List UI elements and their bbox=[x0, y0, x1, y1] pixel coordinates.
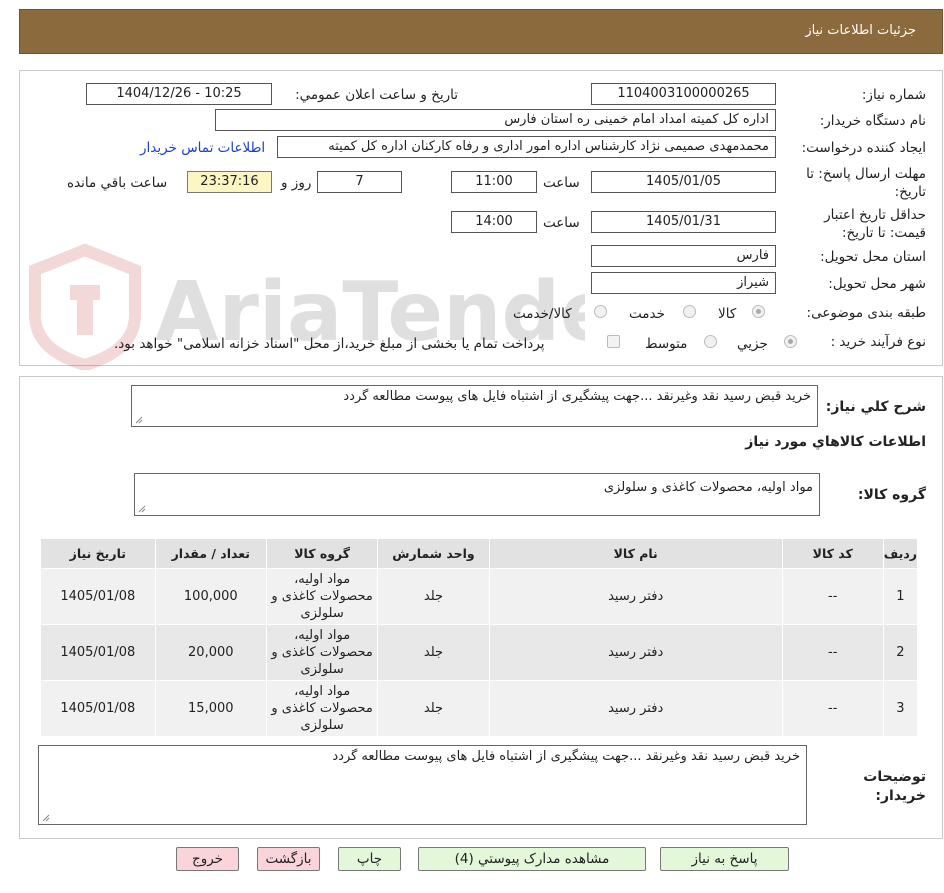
category-radio-goods-service[interactable] bbox=[594, 305, 607, 318]
cell-qty: 15,000 bbox=[154, 680, 267, 737]
resize-grip-icon[interactable] bbox=[138, 505, 146, 513]
cell-qty: 20,000 bbox=[154, 624, 267, 681]
category-radio-service[interactable] bbox=[683, 305, 696, 318]
buyer-org-label: نام دستگاه خریدار: bbox=[819, 113, 926, 129]
deadline-time-field: 11:00 bbox=[451, 171, 537, 193]
col-date: تاریخ نیاز bbox=[40, 538, 156, 569]
remaining-label: ساعت باقي مانده bbox=[67, 175, 168, 191]
cell-code: -- bbox=[781, 568, 884, 625]
table-row: 2 -- دفتر رسید جلد مواد اولیه، محصولات ک… bbox=[40, 624, 919, 681]
price-validity-time-field: 14:00 bbox=[451, 211, 537, 233]
city-label: شهر محل تحویل: bbox=[828, 276, 926, 292]
cell-group: مواد اولیه، محصولات کاغذی و سلولزی bbox=[265, 680, 379, 737]
goods-table: ردیف کد کالا نام کالا واحد شمارش گروه کا… bbox=[40, 538, 919, 737]
need-number-label: شماره نیاز: bbox=[861, 87, 926, 103]
deadline-date-field: 1405/01/05 bbox=[591, 171, 776, 193]
price-validity-label: حداقل تاریخ اعتبار قیمت: تا تاریخ: bbox=[824, 207, 926, 241]
reply-button[interactable]: پاسخ به نیاز bbox=[660, 847, 789, 871]
price-validity-date-field: 1405/01/31 bbox=[591, 211, 776, 233]
buyer-notes-text: خرید قبض رسید نقد وغیرنقد ...جهت پیشگیری… bbox=[332, 749, 800, 764]
exit-button[interactable]: خروج bbox=[176, 847, 239, 871]
page-title: جزئیات اطلاعات نیاز bbox=[805, 23, 916, 38]
category-option-goods: کالا bbox=[718, 306, 737, 322]
announce-field: 1404/12/26 - 10:25 bbox=[86, 83, 272, 105]
cell-name: دفتر رسید bbox=[488, 568, 783, 625]
cell-unit: جلد bbox=[377, 568, 490, 625]
goods-group-text: مواد اولیه، محصولات کاغذی و سلولزی bbox=[603, 480, 813, 495]
col-unit: واحد شمارش bbox=[377, 538, 490, 569]
days-field: 7 bbox=[317, 171, 402, 193]
process-label: نوع فرآیند خرید : bbox=[830, 334, 926, 350]
process-radio-minor[interactable] bbox=[784, 335, 797, 348]
category-radio-goods[interactable] bbox=[752, 305, 765, 318]
buyer-notes-label: توضیحات خریدار: bbox=[863, 769, 926, 804]
summary-textarea: خرید قبض رسید نقد وغیرنقد ...جهت پیشگیری… bbox=[131, 385, 818, 427]
remaining-time-field: 23:37:16 bbox=[187, 171, 272, 193]
summary-label: شرح کلي نیاز: bbox=[825, 399, 926, 415]
category-option-service: خدمت bbox=[629, 306, 665, 322]
goods-group-textarea: مواد اولیه، محصولات کاغذی و سلولزی bbox=[134, 473, 820, 516]
process-option-minor: جزیي bbox=[737, 336, 768, 352]
buyer-notes-textarea: خرید قبض رسید نقد وغیرنقد ...جهت پیشگیری… bbox=[38, 745, 807, 825]
cell-unit: جلد bbox=[377, 680, 490, 737]
need-number-field: 1104003100000265 bbox=[591, 83, 776, 105]
resize-grip-icon[interactable] bbox=[135, 416, 143, 424]
table-row: 1 -- دفتر رسید جلد مواد اولیه، محصولات ک… bbox=[40, 568, 919, 625]
table-row: 3 -- دفتر رسید جلد مواد اولیه، محصولات ک… bbox=[40, 680, 919, 737]
cell-row: 1 bbox=[882, 568, 919, 625]
cell-date: 1405/01/08 bbox=[40, 624, 156, 681]
col-group: گروه کالا bbox=[265, 538, 379, 569]
cell-row: 2 bbox=[882, 624, 919, 681]
requester-label: ایجاد کننده درخواست: bbox=[801, 140, 926, 156]
city-field: شیراز bbox=[591, 272, 776, 294]
province-field: فارس bbox=[591, 245, 776, 267]
deadline-label: مهلت ارسال پاسخ: تا تاریخ: bbox=[806, 166, 926, 200]
cell-name: دفتر رسید bbox=[488, 680, 783, 737]
buyer-contact-link[interactable]: اطلاعات تماس خریدار bbox=[140, 140, 265, 156]
goods-group-label: گروه کالا: bbox=[857, 487, 926, 503]
goods-info-title: اطلاعات کالاهاي مورد نیاز bbox=[745, 434, 926, 450]
announce-label: تاریخ و ساعت اعلان عمومي: bbox=[295, 87, 458, 103]
category-option-goods-service: کالا/خدمت bbox=[513, 306, 572, 322]
requester-field: محمدمهدی صمیمی نژاد کارشناس اداره امور ا… bbox=[277, 136, 776, 158]
cell-code: -- bbox=[781, 624, 884, 681]
attachments-button[interactable]: مشاهده مدارک پیوستي (4) bbox=[418, 847, 646, 871]
summary-text: خرید قبض رسید نقد وغیرنقد ...جهت پیشگیری… bbox=[343, 389, 811, 404]
category-label: طبقه بندی موضوعی: bbox=[806, 305, 926, 321]
province-label: استان محل تحویل: bbox=[820, 249, 926, 265]
col-name: نام کالا bbox=[488, 538, 783, 569]
cell-group: مواد اولیه، محصولات کاغذی و سلولزی bbox=[265, 568, 379, 625]
cell-name: دفتر رسید bbox=[488, 624, 783, 681]
cell-row: 3 bbox=[882, 680, 919, 737]
cell-group: مواد اولیه، محصولات کاغذی و سلولزی bbox=[265, 624, 379, 681]
deadline-time-label: ساعت bbox=[543, 175, 580, 191]
payment-checkbox[interactable] bbox=[607, 335, 620, 348]
table-header-row: ردیف کد کالا نام کالا واحد شمارش گروه کا… bbox=[40, 538, 919, 569]
cell-qty: 100,000 bbox=[154, 568, 267, 625]
resize-grip-icon[interactable] bbox=[42, 814, 50, 822]
cell-date: 1405/01/08 bbox=[40, 568, 156, 625]
page-header: جزئیات اطلاعات نیاز bbox=[19, 9, 943, 54]
price-validity-time-label: ساعت bbox=[543, 215, 580, 231]
days-label: روز و bbox=[281, 175, 312, 191]
col-row: ردیف bbox=[882, 538, 919, 569]
cell-date: 1405/01/08 bbox=[40, 680, 156, 737]
col-code: کد کالا bbox=[781, 538, 884, 569]
process-radio-medium[interactable] bbox=[704, 335, 717, 348]
print-button[interactable]: چاپ bbox=[338, 847, 401, 871]
back-button[interactable]: بازگشت bbox=[257, 847, 320, 871]
payment-note: پرداخت تمام یا بخشی از مبلغ خرید،از محل … bbox=[114, 336, 545, 352]
buyer-org-field: اداره کل کمیته امداد امام خمینی ره استان… bbox=[215, 109, 776, 131]
col-qty: تعداد / مقدار bbox=[154, 538, 267, 569]
process-option-medium: متوسط bbox=[645, 336, 688, 352]
cell-unit: جلد bbox=[377, 624, 490, 681]
cell-code: -- bbox=[781, 680, 884, 737]
